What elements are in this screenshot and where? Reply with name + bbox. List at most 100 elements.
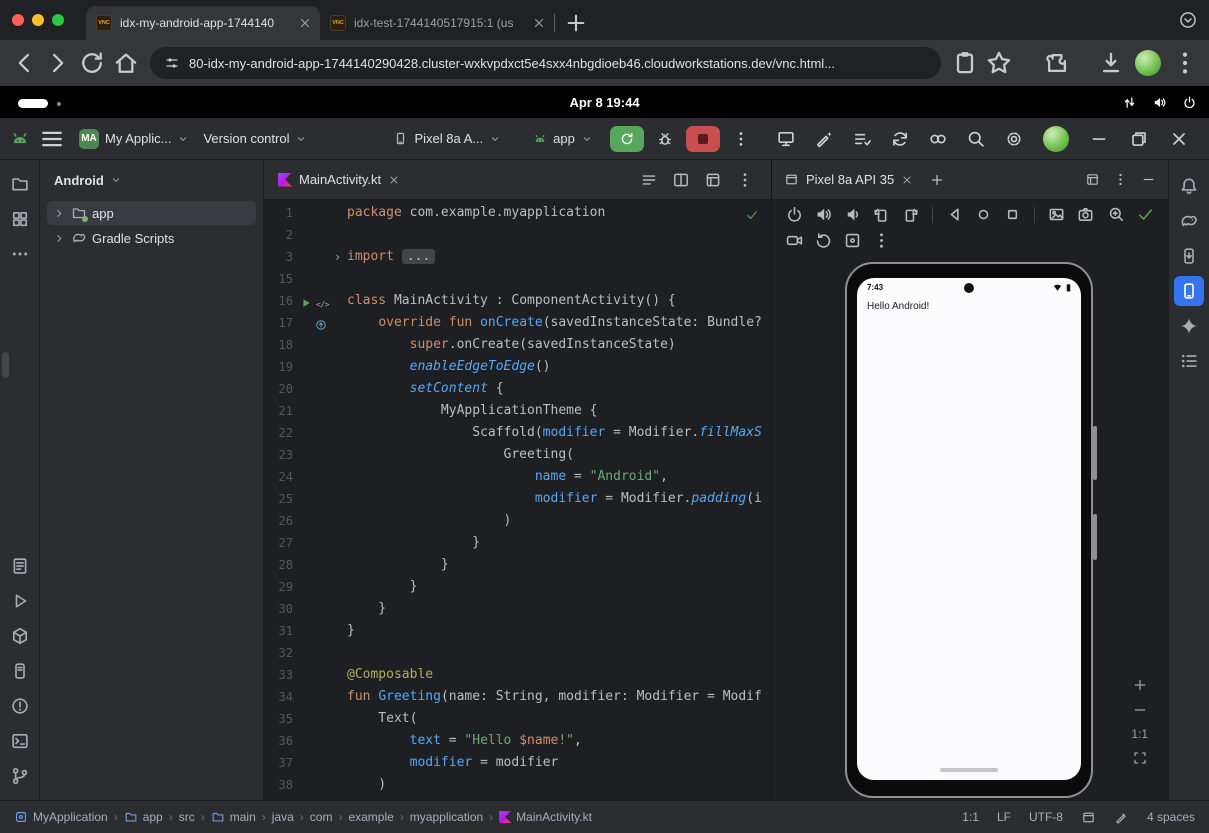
running-devices-icon[interactable] bbox=[1174, 276, 1204, 306]
code-line[interactable]: 25 modifier = Modifier.padding(i bbox=[264, 488, 771, 510]
chevron-right-icon[interactable] bbox=[53, 207, 66, 220]
project-widget[interactable]: MA My Applic... bbox=[72, 125, 196, 153]
gesture-navigation-pill[interactable] bbox=[940, 768, 998, 772]
ide-user-avatar[interactable] bbox=[1043, 126, 1069, 152]
main-menu-icon[interactable] bbox=[38, 125, 66, 153]
code-text[interactable]: Scaffold(modifier = Modifier.fillMaxS bbox=[347, 422, 762, 444]
code-text[interactable]: Text( bbox=[347, 708, 417, 730]
device-back-icon[interactable] bbox=[945, 205, 964, 224]
code-text[interactable]: import ... bbox=[347, 246, 435, 268]
browser-tab-active[interactable]: VNC idx-my-android-app-1744140 bbox=[86, 6, 320, 40]
caret-position[interactable]: 1:1 bbox=[962, 810, 979, 824]
kebab-icon[interactable] bbox=[872, 231, 891, 250]
override-gutter-icon[interactable] bbox=[315, 317, 327, 329]
code-line[interactable]: 18 super.onCreate(savedInstanceState) bbox=[264, 334, 771, 356]
gutter[interactable] bbox=[298, 532, 347, 554]
gradle-sync-icon[interactable] bbox=[890, 129, 910, 149]
gutter[interactable] bbox=[298, 334, 347, 356]
gutter[interactable] bbox=[298, 620, 347, 642]
resource-manager-icon[interactable] bbox=[5, 204, 35, 234]
inspections-ok-icon[interactable] bbox=[745, 208, 759, 222]
ide-minimize-icon[interactable] bbox=[1089, 129, 1109, 149]
code-text[interactable]: modifier = Modifier.padding(i bbox=[347, 488, 762, 510]
device-tab-close-icon[interactable] bbox=[901, 174, 913, 186]
code-line[interactable]: 22 Scaffold(modifier = Modifier.fillMaxS bbox=[264, 422, 771, 444]
emulator-screen[interactable]: 7:43 Hello Android! bbox=[857, 278, 1081, 780]
device-selector[interactable]: Pixel 8a A... bbox=[386, 127, 508, 150]
code-line[interactable]: 35 Text( bbox=[264, 708, 771, 730]
search-icon[interactable] bbox=[966, 129, 986, 149]
code-line[interactable]: 38 ) bbox=[264, 774, 771, 796]
gutter[interactable] bbox=[298, 642, 347, 664]
gutter[interactable] bbox=[298, 488, 347, 510]
more-tools-icon[interactable] bbox=[5, 239, 35, 269]
code-text[interactable]: enableEdgeToEdge() bbox=[347, 356, 551, 378]
maximize-window-button[interactable] bbox=[52, 14, 64, 26]
breadcrumb-item[interactable]: com bbox=[310, 810, 333, 824]
code-text[interactable]: ) bbox=[347, 774, 386, 796]
tool-stripe-handle[interactable] bbox=[2, 352, 9, 378]
tab-close-icon[interactable] bbox=[532, 16, 546, 30]
debug-button[interactable] bbox=[652, 126, 678, 152]
code-line[interactable]: 32 bbox=[264, 642, 771, 664]
project-icon[interactable] bbox=[5, 169, 35, 199]
gutter[interactable] bbox=[298, 466, 347, 488]
editor-list-icon[interactable] bbox=[640, 171, 658, 189]
gutter[interactable] bbox=[298, 730, 347, 752]
project-view-selector[interactable]: Android bbox=[40, 160, 263, 200]
screen-record-icon[interactable] bbox=[785, 231, 804, 250]
gutter[interactable] bbox=[298, 686, 347, 708]
gutter[interactable] bbox=[298, 224, 347, 246]
ask-gemini-icon[interactable] bbox=[814, 129, 834, 149]
breadcrumb-item[interactable]: myapplication bbox=[410, 810, 483, 824]
zoom-out-icon[interactable] bbox=[1132, 702, 1148, 718]
code-text[interactable]: super.onCreate(savedInstanceState) bbox=[347, 334, 676, 356]
rotate-left-icon[interactable] bbox=[872, 205, 891, 224]
highlighting-icon[interactable] bbox=[1114, 810, 1129, 825]
forward-button[interactable] bbox=[44, 49, 72, 77]
code-line[interactable]: 30 } bbox=[264, 598, 771, 620]
tab-close-icon[interactable] bbox=[298, 16, 312, 30]
code-text[interactable]: setContent { bbox=[347, 378, 504, 400]
fold-arrow-icon[interactable]: › bbox=[334, 246, 341, 268]
profile-avatar[interactable] bbox=[1135, 50, 1161, 76]
structure-icon[interactable] bbox=[1174, 346, 1204, 376]
code-line[interactable]: 2 bbox=[264, 224, 771, 246]
code-line[interactable]: 3›import ... bbox=[264, 246, 771, 268]
tab-search-icon[interactable] bbox=[1179, 11, 1197, 29]
code-text[interactable]: package com.example.myapplication bbox=[347, 202, 605, 224]
panel-layout-icon[interactable] bbox=[1085, 172, 1100, 187]
code-text[interactable]: @Composable bbox=[347, 664, 433, 686]
gutter[interactable] bbox=[298, 422, 347, 444]
code-text[interactable]: class MainActivity : ComponentActivity()… bbox=[347, 290, 676, 312]
new-tab-button[interactable] bbox=[563, 10, 589, 36]
run-config-selector[interactable]: app bbox=[526, 127, 600, 150]
ide-close-icon[interactable] bbox=[1169, 129, 1189, 149]
code-line[interactable]: 27 } bbox=[264, 532, 771, 554]
run-icon[interactable] bbox=[5, 586, 35, 616]
terminal-icon[interactable] bbox=[5, 726, 35, 756]
copy-link-icon[interactable] bbox=[951, 49, 979, 77]
code-line[interactable]: 34fun Greeting(name: String, modifier: M… bbox=[264, 686, 771, 708]
line-ending[interactable]: LF bbox=[997, 810, 1011, 824]
gutter[interactable] bbox=[298, 576, 347, 598]
code-line[interactable]: 24 name = "Android", bbox=[264, 466, 771, 488]
version-control-icon[interactable] bbox=[5, 761, 35, 791]
code-line[interactable]: 37 modifier = modifier bbox=[264, 752, 771, 774]
zoom-mode-icon[interactable] bbox=[1107, 205, 1126, 224]
settings-icon[interactable] bbox=[1004, 129, 1024, 149]
rotate-right-icon[interactable] bbox=[901, 205, 920, 224]
back-button[interactable] bbox=[10, 49, 38, 77]
split-icon[interactable] bbox=[672, 171, 690, 189]
code-text[interactable]: Greeting( bbox=[347, 444, 574, 466]
home-button[interactable] bbox=[112, 49, 140, 77]
browser-tab-inactive[interactable]: VNC idx-test-1744140517915:1 (us bbox=[320, 6, 554, 40]
open-window-icon[interactable] bbox=[704, 171, 722, 189]
gutter[interactable] bbox=[298, 752, 347, 774]
gutter[interactable]: </> bbox=[298, 290, 347, 312]
gutter[interactable] bbox=[298, 356, 347, 378]
code-text[interactable]: fun Greeting(name: String, modifier: Mod… bbox=[347, 686, 762, 708]
task-list-icon[interactable] bbox=[852, 129, 872, 149]
gutter[interactable]: › bbox=[298, 246, 347, 268]
minimize-window-button[interactable] bbox=[32, 14, 44, 26]
